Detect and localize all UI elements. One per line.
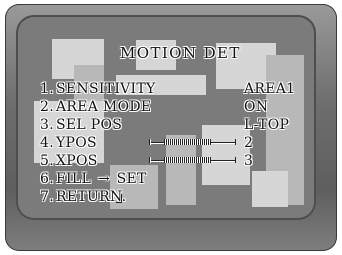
menu-item-number: 3. [40, 117, 54, 133]
slider-end-cap [235, 139, 236, 145]
menu-item-label: FILL [56, 171, 92, 187]
xpos-slider[interactable] [149, 157, 239, 164]
monitor-screen: MOTION DET 1. SENSITIVITY AREA1 2. AREA … [16, 15, 316, 220]
menu-item-return[interactable]: 7. RETURN. [40, 188, 298, 206]
menu-item-value: 3 [244, 153, 254, 169]
menu-item-label: AREA MODE [56, 99, 152, 115]
menu-item-number: 6. [40, 171, 54, 187]
menu-item-sensitivity[interactable]: 1. SENSITIVITY AREA1 [40, 80, 298, 98]
menu-item-label: YPOS [56, 135, 97, 151]
menu-item-area-mode[interactable]: 2. AREA MODE ON [40, 98, 298, 116]
set-action[interactable]: SET [117, 171, 147, 187]
slider-start-cap [149, 157, 150, 163]
menu-item-label: XPOS [56, 153, 98, 169]
menu-item-number: 4. [40, 135, 54, 151]
slider-fill [164, 157, 211, 163]
menu-item-number: 1. [40, 81, 54, 97]
slider-start-cap [149, 139, 150, 145]
osd-menu: MOTION DET 1. SENSITIVITY AREA1 2. AREA … [40, 37, 298, 217]
menu-item-number: 5. [40, 153, 54, 169]
menu-item-value: 2 [244, 135, 254, 151]
slider-fill [164, 139, 211, 145]
selection-cursor-icon [116, 194, 122, 203]
menu-item-label: SENSITIVITY [56, 81, 156, 97]
ypos-slider[interactable] [149, 139, 239, 146]
menu-item-value: ON [244, 99, 269, 115]
menu-item-xpos[interactable]: 5. XPOS 3 [40, 152, 298, 170]
menu-item-ypos[interactable]: 4. YPOS 2 [40, 134, 298, 152]
menu-item-fill[interactable]: 6. FILL → SET [40, 170, 298, 188]
right-arrow-icon: → [97, 171, 110, 187]
menu-item-value: L-TOP [244, 117, 290, 133]
menu-item-number: 7. [40, 189, 54, 205]
menu-item-label: SEL POS [56, 117, 123, 133]
slider-end-cap [235, 157, 236, 163]
menu-title: MOTION DET [120, 44, 241, 62]
menu-item-value: AREA1 [244, 81, 296, 97]
menu-item-sel-pos[interactable]: 3. SEL POS L-TOP [40, 116, 298, 134]
menu-item-number: 2. [40, 99, 54, 115]
menu-item-label-group: FILL → SET [56, 170, 147, 188]
